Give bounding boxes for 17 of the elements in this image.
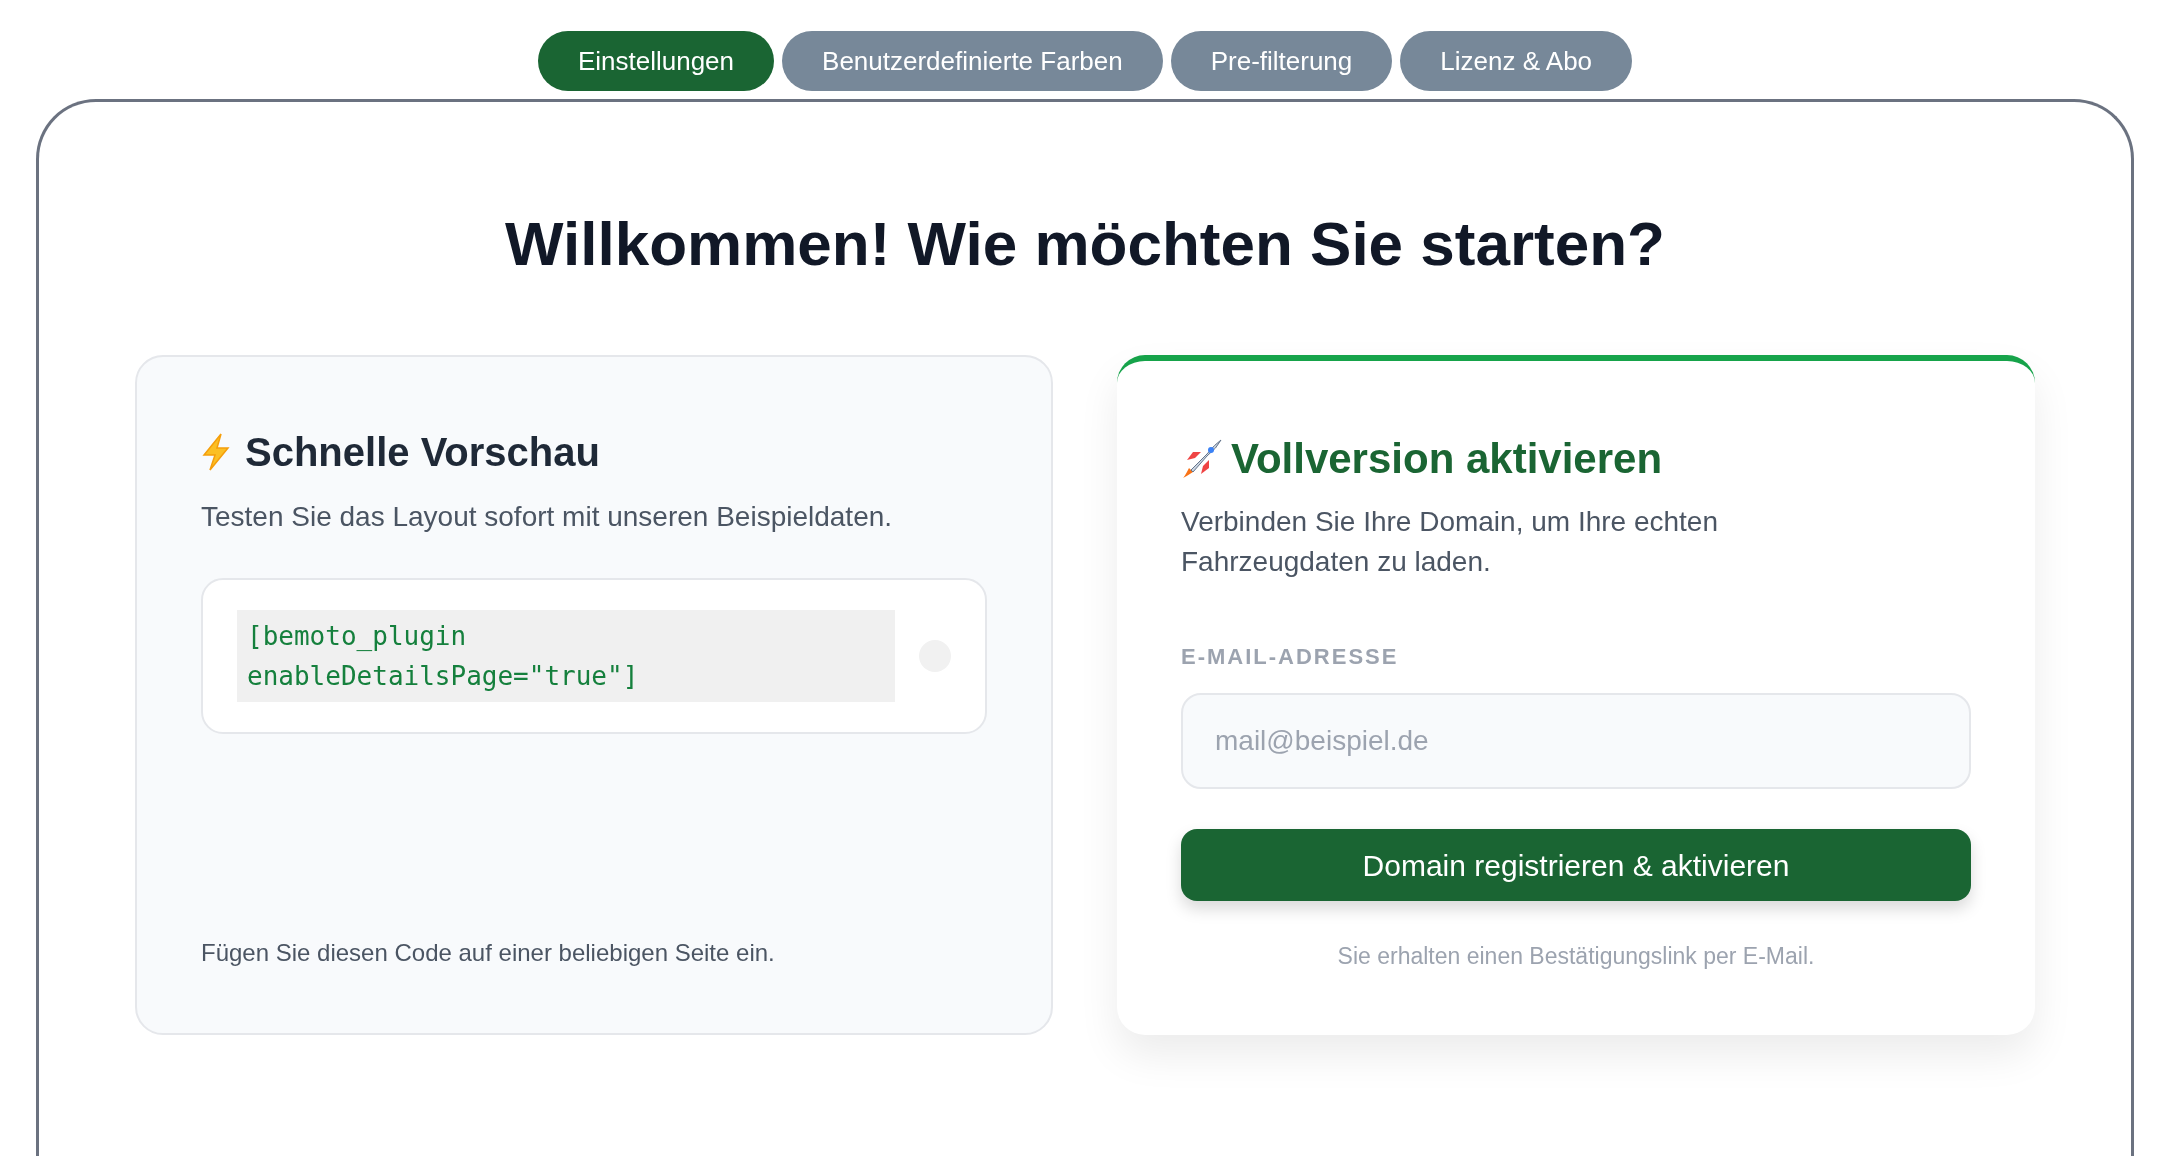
- card-description: Verbinden Sie Ihre Domain, um Ihre echten Fahrzeugdaten zu laden.: [1181, 505, 1719, 579]
- page-heading: Willkommen! Wie möchten Sie starten?: [505, 208, 1665, 280]
- card-description: Testen Sie das Layout sofort mit unseren Beispieldaten.: [201, 500, 894, 534]
- tab[interactable]: Lizenz & Abo: [1400, 31, 1633, 91]
- register-button[interactable]: Domain registrieren & aktivieren: [1181, 829, 1971, 901]
- tab[interactable]: Benutzerdefinierte Farben: [782, 31, 1163, 91]
- card-title: Schnelle Vorschau: [245, 429, 600, 476]
- tab[interactable]: Pre-filterung: [1170, 31, 1393, 91]
- card-title: Vollversion aktivieren: [1231, 434, 1663, 484]
- field-label: E-MAIL-ADRESSE: [1181, 643, 1400, 671]
- tab[interactable]: Einstellungen: [537, 31, 775, 91]
- code-snippet: [bemoto_plugin enableDetailsPage="true"]: [237, 610, 896, 702]
- confirmation-note: Sie erhalten einen Bestätigungslink per E-Mail.: [1336, 942, 1816, 971]
- email-field[interactable]: mail@beispiel.de: [1181, 693, 1971, 789]
- lightning-icon: [201, 433, 231, 471]
- rocket-icon: [1181, 437, 1223, 480]
- card-hint: Fügen Sie diesen Code auf einer beliebigen Seite ein.: [201, 938, 776, 968]
